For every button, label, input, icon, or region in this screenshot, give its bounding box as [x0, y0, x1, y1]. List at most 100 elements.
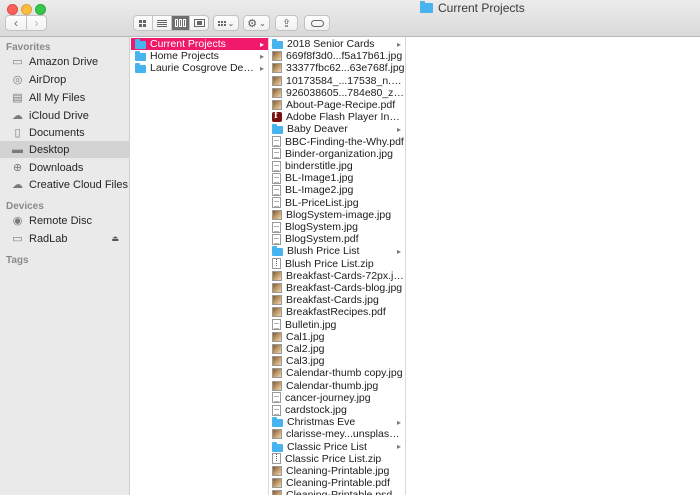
sidebar-item-label: Desktop	[29, 143, 70, 156]
action-button[interactable]: ⚙ ⌄	[243, 15, 270, 31]
file-row-calendar-thumb-copy-jpg[interactable]: Calendar-thumb copy.jpg	[269, 367, 405, 379]
file-row-blogsystem-pdf[interactable]: BlogSystem.pdf	[269, 233, 405, 245]
close-window-button[interactable]	[7, 4, 18, 15]
folder-row-2018-senior-cards[interactable]: 2018 Senior Cards ▸	[269, 38, 405, 50]
column-view-button[interactable]	[170, 16, 190, 30]
file-row-bl-pricelist-jpg[interactable]: BL-PriceList.jpg	[269, 197, 405, 209]
folder-icon	[272, 39, 283, 49]
file-row-bbc-finding-the-why-pdf[interactable]: BBC-Finding-the-Why.pdf	[269, 136, 405, 148]
sidebar-item-airdrop[interactable]: ◎ AirDrop	[0, 71, 130, 88]
file-row-cleaning-printable-psd[interactable]: Cleaning-Printable.psd	[269, 489, 405, 495]
amazon-drive-icon: ▭	[12, 56, 23, 68]
file-row-about-page-recipe-pdf[interactable]: About-Page-Recipe.pdf	[269, 99, 405, 111]
file-row-cal1-jpg[interactable]: Cal1.jpg	[269, 331, 405, 343]
file-row-breakfastrecipes-pdf[interactable]: BreakfastRecipes.pdf	[269, 306, 405, 318]
sidebar-item-creative-cloud-files[interactable]: ☁ Creative Cloud Files	[0, 176, 130, 193]
icon-view-icon	[139, 19, 147, 27]
file-row-cleaning-printable-jpg[interactable]: Cleaning-Printable.jpg	[269, 465, 405, 477]
browser-column-2[interactable]: 2018 Senior Cards ▸ 669f8f3d0...f5a17b61.j…	[269, 37, 406, 495]
edit-tags-button[interactable]	[304, 15, 330, 31]
folder-row-current-projects[interactable]: Current Projects ▸	[131, 38, 268, 50]
file-row-bulletin-jpg[interactable]: Bulletin.jpg	[269, 319, 405, 331]
folder-row-home-projects[interactable]: Home Projects ▸	[131, 50, 268, 62]
file-row-clarisse-mey-unsplash-jpg[interactable]: clarisse-mey...unsplash.jpg	[269, 428, 405, 440]
folder-row-blush-price-list[interactable]: Blush Price List ▸	[269, 245, 405, 257]
file-row-blogsystem-image-jpg[interactable]: BlogSystem-image.jpg	[269, 209, 405, 221]
desktop-icon: ▬	[12, 143, 23, 156]
list-view-button[interactable]	[151, 16, 171, 30]
file-row-adobe-flash-player-installer[interactable]: Adobe Flash Player Installer	[269, 111, 405, 123]
share-button[interactable]: ⇪	[275, 15, 298, 31]
flash-installer-icon	[272, 111, 282, 123]
minimize-window-button[interactable]	[21, 4, 32, 15]
item-label: Baby Deaver	[287, 123, 348, 136]
list-view-icon	[156, 19, 167, 27]
sidebar-item-radlab[interactable]: ▭ RadLab ⏏	[0, 230, 130, 247]
file-row-bl-image2-jpg[interactable]: BL-Image2.jpg	[269, 184, 405, 196]
item-label: 669f8f3d0...f5a17b61.jpg	[286, 50, 403, 63]
arrange-button[interactable]: ⌄	[213, 15, 239, 31]
file-row-binder-organization-jpg[interactable]: Binder-organization.jpg	[269, 148, 405, 160]
browser-column-1[interactable]: Current Projects ▸ Home Projects ▸ Laurie Co…	[131, 37, 269, 495]
item-label: Calendar-thumb copy.jpg	[286, 367, 403, 380]
file-row-cancer-journey-jpg[interactable]: cancer-journey.jpg	[269, 392, 405, 404]
item-label: Binder-organization.jpg	[285, 147, 393, 160]
document-file-icon	[272, 233, 281, 245]
item-label: Home Projects	[150, 50, 219, 62]
sidebar-item-amazon-drive[interactable]: ▭ Amazon Drive	[0, 53, 130, 70]
file-row-cardstock-jpg[interactable]: cardstock.jpg	[269, 404, 405, 416]
folder-row-classic-price-list[interactable]: Classic Price List ▸	[269, 441, 405, 453]
item-label: clarisse-mey...unsplash.jpg	[286, 428, 405, 441]
sidebar-section-favorites: Favorites	[6, 42, 51, 53]
file-row-breakfast-cards-72px-jpg[interactable]: Breakfast-Cards-72px.jpg	[269, 270, 405, 282]
sidebar-item-downloads[interactable]: ⊕ Downloads	[0, 159, 130, 176]
file-row-669f8f3d0-f5a17b61-jpg[interactable]: 669f8f3d0...f5a17b61.jpg	[269, 50, 405, 62]
file-row-bl-image1-jpg[interactable]: BL-Image1.jpg	[269, 172, 405, 184]
sidebar-item-documents[interactable]: ▯ Documents	[0, 124, 130, 141]
file-row-cal2-jpg[interactable]: Cal2.jpg	[269, 343, 405, 355]
hard-drive-icon: ▭	[12, 233, 23, 245]
chevron-down-icon: ⌄	[259, 18, 266, 28]
item-label: Calendar-thumb.jpg	[286, 379, 379, 392]
item-label: BreakfastRecipes.pdf	[286, 306, 386, 319]
folder-row-baby-deaver[interactable]: Baby Deaver ▸	[269, 123, 405, 135]
file-row-classic-price-list-zip[interactable]: Classic Price List.zip	[269, 453, 405, 465]
image-file-icon	[272, 478, 282, 489]
icon-view-button[interactable]	[134, 16, 152, 30]
chevron-down-icon: ⌄	[227, 18, 235, 28]
image-file-icon	[272, 63, 282, 74]
file-row-10173584-17538-n-png[interactable]: 10173584_...17538_n.png	[269, 75, 405, 87]
document-file-icon	[272, 136, 281, 148]
item-label: 10173584_...17538_n.png	[286, 74, 405, 87]
file-row-cal3-jpg[interactable]: Cal3.jpg	[269, 355, 405, 367]
sidebar-item-remote-disc[interactable]: ◉ Remote Disc	[0, 212, 130, 229]
sidebar-item-desktop[interactable]: ▬ Desktop	[0, 141, 130, 158]
back-button[interactable]: ‹	[6, 16, 26, 30]
browser-column-3[interactable]	[406, 37, 700, 495]
image-file-icon	[272, 51, 282, 62]
folder-row-christmas-eve[interactable]: Christmas Eve ▸	[269, 416, 405, 428]
file-row-breakfast-cards-jpg[interactable]: Breakfast-Cards.jpg	[269, 294, 405, 306]
folder-row-laurie-cosgrove-design[interactable]: Laurie Cosgrove Design ▸	[131, 62, 268, 74]
icloud-icon: ☁	[12, 110, 23, 122]
file-row-blogsystem-jpg[interactable]: BlogSystem.jpg	[269, 221, 405, 233]
eject-icon[interactable]: ⏏	[111, 234, 119, 243]
file-row-33377fbc62-63e768f-jpg[interactable]: 33377fbc62...63e768f.jpg	[269, 62, 405, 74]
forward-button[interactable]: ›	[26, 16, 46, 30]
item-label: 33377fbc62...63e768f.jpg	[286, 62, 405, 75]
file-row-calendar-thumb-jpg[interactable]: Calendar-thumb.jpg	[269, 380, 405, 392]
file-row-blush-price-list-zip[interactable]: Blush Price List.zip	[269, 258, 405, 270]
sidebar: Favorites ▭ Amazon Drive ◎ AirDrop ▤ All…	[0, 37, 130, 495]
sidebar-item-icloud-drive[interactable]: ☁ iCloud Drive	[0, 107, 130, 124]
image-file-icon	[272, 75, 282, 86]
file-row-breakfast-cards-blog-jpg[interactable]: Breakfast-Cards-blog.jpg	[269, 282, 405, 294]
zoom-window-button[interactable]	[35, 4, 46, 15]
disclosure-chevron-icon: ▸	[396, 124, 401, 134]
sidebar-item-all-my-files[interactable]: ▤ All My Files	[0, 89, 130, 106]
cover-flow-button[interactable]	[189, 16, 208, 30]
sidebar-item-label: Remote Disc	[29, 214, 92, 227]
file-row-cleaning-printable-pdf[interactable]: Cleaning-Printable.pdf	[269, 477, 405, 489]
item-label: cancer-journey.jpg	[285, 391, 371, 404]
file-row-binderstitle-jpg[interactable]: binderstitle.jpg	[269, 160, 405, 172]
file-row-926038605-784e80-z-jpg[interactable]: 926038605...784e80_z.jpg	[269, 87, 405, 99]
